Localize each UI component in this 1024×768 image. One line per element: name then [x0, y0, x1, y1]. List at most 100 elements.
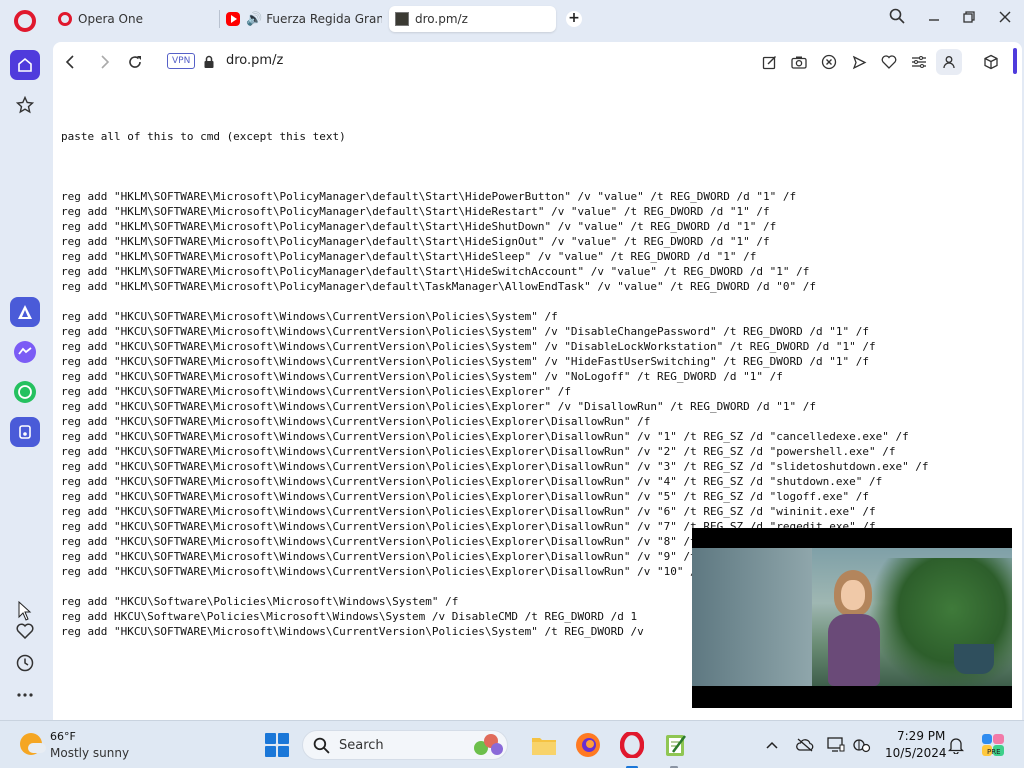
settings-sliders-icon — [912, 56, 926, 68]
tab-label: Opera One — [78, 12, 143, 26]
opera-icon — [620, 732, 644, 758]
command-line: reg add "HKCU\SOFTWARE\Microsoft\Windows… — [61, 340, 876, 353]
close-button[interactable] — [994, 8, 1016, 30]
tab-youtube[interactable]: 🔊 Fuerza Regida Grande — [226, 6, 382, 32]
sidebar-music-button[interactable] — [10, 417, 40, 447]
easy-setup-button[interactable] — [909, 52, 929, 72]
vpn-badge[interactable]: VPN — [167, 53, 196, 69]
copilot-icon: PRE — [982, 734, 1004, 756]
edit-page-button[interactable] — [759, 52, 779, 72]
notifications-button[interactable] — [946, 735, 966, 755]
firefox-icon — [576, 733, 600, 757]
whatsapp-icon — [14, 381, 36, 403]
sidebar-more-button[interactable] — [14, 684, 36, 706]
sidebar-favorites-button[interactable] — [14, 620, 36, 642]
intro-text: paste all of this to cmd (except this te… — [61, 130, 346, 143]
tray-overflow-button[interactable] — [762, 735, 782, 755]
address-bar: VPN dro.pm/z — [53, 42, 1022, 82]
taskbar-opera[interactable] — [618, 731, 646, 759]
start-button[interactable] — [265, 733, 289, 757]
weather-sun-icon[interactable] — [20, 733, 46, 755]
video-frame[interactable] — [692, 548, 1012, 686]
command-line: reg add "HKLM\SOFTWARE\Microsoft\PolicyM… — [61, 265, 810, 278]
tab-strip: Opera One 🔊 Fuerza Regida Grande dro.pm/… — [0, 0, 1024, 40]
taskbar-notepad[interactable] — [662, 731, 690, 759]
notepad-icon — [666, 735, 686, 756]
url-field[interactable]: dro.pm/z — [226, 53, 283, 68]
back-button[interactable] — [60, 52, 80, 72]
video-popout[interactable] — [692, 528, 1012, 708]
windows-logo-icon — [265, 733, 276, 744]
command-line: reg add "HKCU\SOFTWARE\Microsoft\Windows… — [61, 475, 883, 488]
network-sync-icon — [853, 739, 871, 753]
messenger-icon — [14, 341, 36, 363]
svg-text:PRE: PRE — [987, 748, 1001, 756]
command-line: reg add "HKLM\SOFTWARE\Microsoft\PolicyM… — [61, 190, 797, 203]
heart-icon — [16, 623, 34, 639]
sidebar-aria-button[interactable] — [10, 297, 40, 327]
video-person — [820, 570, 886, 686]
command-line: reg add "HKCU\SOFTWARE\Microsoft\Windows… — [61, 415, 651, 428]
command-line: reg add "HKCU\SOFTWARE\Microsoft\Windows… — [61, 370, 783, 383]
tray-settings-button[interactable] — [852, 735, 872, 755]
sidebar-toggle-indicator[interactable] — [1013, 48, 1017, 74]
tab-opera-one[interactable]: Opera One — [58, 6, 208, 32]
profile-button[interactable] — [936, 49, 962, 75]
more-icon — [17, 693, 33, 697]
home-icon — [18, 57, 32, 72]
send-icon — [852, 55, 866, 69]
command-line: reg add "HKCU\SOFTWARE\Microsoft\Windows… — [61, 325, 869, 338]
tab-dro-active[interactable]: dro.pm/z — [389, 6, 556, 32]
taskbar-search[interactable]: Search — [302, 730, 508, 760]
command-line: reg add "HKCU\SOFTWARE\Microsoft\Windows… — [61, 310, 558, 323]
chevron-up-icon — [766, 741, 778, 749]
opera-icon — [58, 12, 72, 26]
reload-button[interactable] — [125, 52, 145, 72]
cursor-icon — [14, 600, 36, 622]
adblock-button[interactable] — [819, 52, 839, 72]
command-line: reg add "HKCU\SOFTWARE\Microsoft\Windows… — [61, 430, 909, 443]
lock-icon[interactable] — [199, 52, 219, 72]
clock-date[interactable]: 10/5/2024 — [885, 746, 947, 760]
speaker-icon[interactable]: 🔊 — [246, 12, 262, 27]
tray-network-button[interactable] — [795, 735, 815, 755]
tab-search-button[interactable] — [886, 8, 908, 30]
search-icon — [889, 8, 905, 24]
sidebar-messenger-button[interactable] — [10, 337, 40, 367]
clock-time[interactable]: 7:29 PM — [897, 729, 945, 743]
snapshot-button[interactable] — [789, 52, 809, 72]
sidebar-whatsapp-button[interactable] — [10, 377, 40, 407]
extensions-button[interactable] — [981, 52, 1001, 72]
command-line: reg add "HKLM\SOFTWARE\Microsoft\PolicyM… — [61, 220, 777, 233]
user-icon — [943, 56, 955, 69]
new-tab-button[interactable]: + — [566, 11, 582, 27]
cloud-off-icon — [796, 738, 814, 752]
bookmark-heart-button[interactable] — [879, 52, 899, 72]
close-icon — [999, 11, 1011, 23]
maximize-button[interactable] — [958, 8, 980, 30]
reload-icon — [129, 56, 141, 68]
minimize-button[interactable] — [923, 8, 945, 30]
tray-display-button[interactable] — [826, 735, 846, 755]
forward-arrow-icon — [101, 55, 110, 69]
sidebar-bookmarks-button[interactable] — [10, 90, 40, 120]
taskbar-file-explorer[interactable] — [530, 731, 558, 759]
search-highlight-icon — [474, 734, 503, 755]
forward-button[interactable] — [95, 52, 115, 72]
sidebar-home-button[interactable] — [10, 50, 40, 80]
opera-menu-icon[interactable] — [14, 10, 36, 32]
copilot-button[interactable]: PRE — [980, 732, 1006, 758]
weather-desc[interactable]: Mostly sunny — [50, 746, 129, 760]
command-line: reg add "HKLM\SOFTWARE\Microsoft\PolicyM… — [61, 205, 770, 218]
command-line: reg add "HKLM\SOFTWARE\Microsoft\PolicyM… — [61, 235, 770, 248]
youtube-icon — [226, 12, 240, 26]
taskbar-firefox[interactable] — [574, 731, 602, 759]
heart-icon — [881, 55, 897, 69]
sidebar-history-button[interactable] — [14, 652, 36, 674]
command-line: reg add "HKCU\SOFTWARE\Microsoft\Windows… — [61, 385, 571, 398]
weather-temp[interactable]: 66°F — [50, 730, 76, 743]
cube-icon — [984, 54, 998, 70]
send-button[interactable] — [849, 52, 869, 72]
command-line: reg add "HKCU\SOFTWARE\Microsoft\Windows… — [61, 490, 869, 503]
